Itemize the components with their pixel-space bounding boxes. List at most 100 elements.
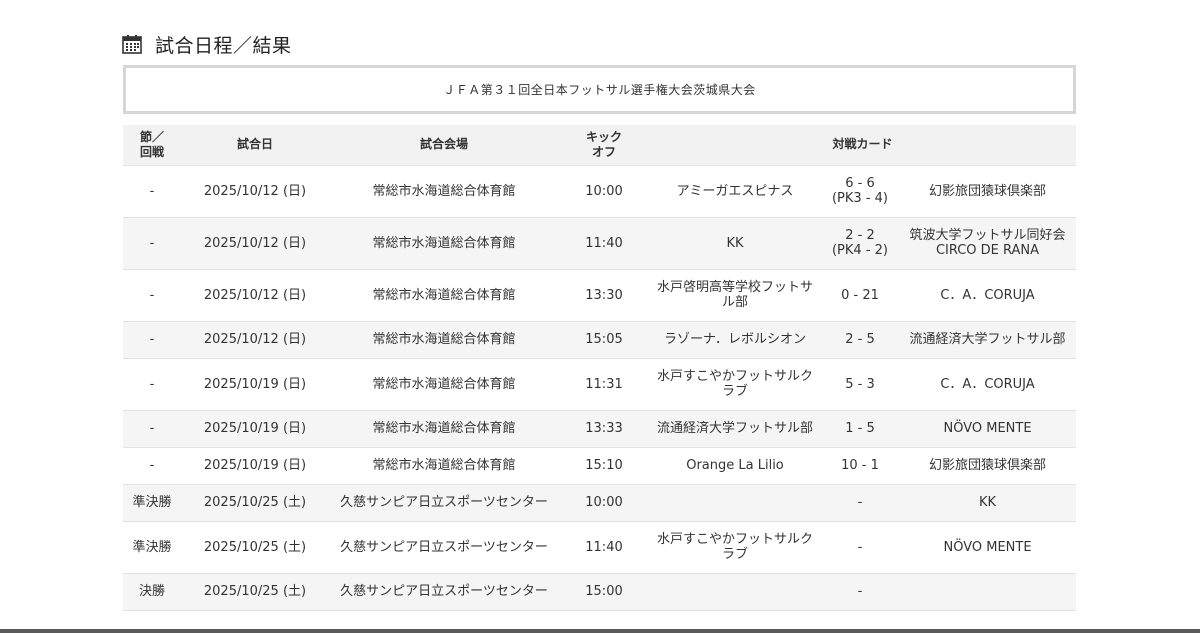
home-team: 流通経済大学フットサル部 — [649, 410, 821, 448]
away-team: NÖVO MENTE — [899, 410, 1077, 448]
score-value: 10 - 1 — [841, 458, 879, 473]
match-kickoff: 13:30 — [559, 269, 649, 322]
table-row: -2025/10/19 (日) 常総市水海道総合体育館 13:33 流通経済大学フット… — [123, 410, 1077, 448]
table-row: -2025/10/12 (日) 常総市水海道総合体育館 15:05 ラゾーナ．レボルシ… — [123, 321, 1077, 359]
home-team: 水戸啓明高等学校フットサル部 — [649, 269, 821, 322]
match-score[interactable]: 10 - 1 — [821, 447, 899, 485]
calendar-icon — [122, 34, 142, 54]
match-round: 決勝 — [123, 573, 181, 611]
away-team: 幻影旅団猿球倶楽部 — [899, 165, 1077, 218]
match-venue: 久慈サンピア日立スポーツセンター — [329, 521, 559, 574]
table-row: 準決勝 2025/10/25 (土) 久慈サンピア日立スポーツセンター 11:40 水戸… — [123, 521, 1077, 574]
table-row: 準決勝 2025/10/25 (土) 久慈サンピア日立スポーツセンター 10:00 - K… — [123, 484, 1077, 522]
match-score[interactable]: 2 - 2 (PK4 - 2) — [821, 217, 899, 270]
match-score[interactable]: 0 - 21 — [821, 269, 899, 322]
match-date: 2025/10/25 (土) — [181, 573, 329, 611]
tournament-title: ＪＦＡ第３１回全日本フットサル選手権大会茨城県大会 — [443, 83, 756, 97]
home-team: アミーガエスピナス — [649, 165, 821, 218]
away-team — [899, 573, 1077, 611]
schedule-table: 節／ 回戦 試合日 試合会場 キック オフ 対戦カード -2025/10/12 (日… — [123, 125, 1077, 611]
match-score[interactable]: 1 - 5 — [821, 410, 899, 448]
match-venue: 常総市水海道総合体育館 — [329, 165, 559, 218]
match-venue: 久慈サンピア日立スポーツセンター — [329, 573, 559, 611]
pk-score: (PK4 - 2) — [831, 243, 888, 258]
match-date: 2025/10/19 (日) — [181, 410, 329, 448]
table-row: -2025/10/19 (日) 常総市水海道総合体育館 15:10 Orange La… — [123, 447, 1077, 485]
match-score[interactable]: 5 - 3 — [821, 358, 899, 411]
match-round: 準決勝 — [123, 484, 181, 522]
home-team: 水戸すこやかフットサルクラブ — [649, 358, 821, 411]
header-matchup: 対戦カード — [649, 125, 1077, 166]
home-team — [649, 484, 821, 522]
score-value: - — [857, 495, 863, 510]
table-header-row: 節／ 回戦 試合日 試合会場 キック オフ 対戦カード — [123, 125, 1077, 166]
match-venue: 常総市水海道総合体育館 — [329, 217, 559, 270]
match-kickoff: 10:00 — [559, 165, 649, 218]
match-date: 2025/10/12 (日) — [181, 321, 329, 359]
match-round: 準決勝 — [123, 521, 181, 574]
away-team: C．A．CORUJA — [899, 269, 1077, 322]
score-value: - — [857, 584, 863, 599]
match-date: 2025/10/19 (日) — [181, 358, 329, 411]
match-date: 2025/10/12 (日) — [181, 217, 329, 270]
home-team: ラゾーナ．レボルシオン — [649, 321, 821, 359]
match-kickoff: 15:00 — [559, 573, 649, 611]
table-row: 決勝 2025/10/25 (土) 久慈サンピア日立スポーツセンター 15:00 - — [123, 573, 1077, 611]
home-team — [649, 573, 821, 611]
score-value: 6 - 6 — [845, 176, 875, 191]
match-score: - — [821, 484, 899, 522]
match-round: - — [123, 410, 181, 448]
match-kickoff: 10:00 — [559, 484, 649, 522]
match-round: - — [123, 447, 181, 485]
score-value: 2 - 5 — [845, 332, 875, 347]
match-round: - — [123, 269, 181, 322]
score-value: 2 - 2 — [845, 228, 875, 243]
header-round: 節／ 回戦 — [123, 125, 181, 166]
match-round: - — [123, 321, 181, 359]
match-date: 2025/10/19 (日) — [181, 447, 329, 485]
pk-score: (PK3 - 4) — [831, 191, 888, 206]
away-team: 幻影旅団猿球倶楽部 — [899, 447, 1077, 485]
match-venue: 常総市水海道総合体育館 — [329, 321, 559, 359]
table-row: -2025/10/12 (日) 常総市水海道総合体育館 13:30 水戸啓明高等学校フ… — [123, 269, 1077, 322]
match-kickoff: 15:10 — [559, 447, 649, 485]
page-heading: 試合日程／結果 — [122, 30, 292, 58]
home-team: Orange La Lilio — [649, 447, 821, 485]
match-venue: 常総市水海道総合体育館 — [329, 358, 559, 411]
table-row: -2025/10/19 (日) 常総市水海道総合体育館 11:31 水戸すこやかフット… — [123, 358, 1077, 411]
match-venue: 久慈サンピア日立スポーツセンター — [329, 484, 559, 522]
match-date: 2025/10/12 (日) — [181, 269, 329, 322]
match-kickoff: 11:40 — [559, 217, 649, 270]
match-venue: 常総市水海道総合体育館 — [329, 410, 559, 448]
score-value: 1 - 5 — [845, 421, 875, 436]
match-score[interactable]: 2 - 5 — [821, 321, 899, 359]
away-team: C．A．CORUJA — [899, 358, 1077, 411]
header-date: 試合日 — [181, 125, 329, 166]
score-value: 5 - 3 — [845, 376, 875, 392]
match-date: 2025/10/12 (日) — [181, 165, 329, 218]
home-team: 水戸すこやかフットサルクラブ — [649, 521, 821, 574]
page-title: 試合日程／結果 — [155, 34, 292, 57]
away-team: NÖVO MENTE — [899, 521, 1077, 574]
match-venue: 常総市水海道総合体育館 — [329, 447, 559, 485]
home-team: KK — [649, 217, 821, 270]
match-date: 2025/10/25 (土) — [181, 484, 329, 522]
match-round: - — [123, 165, 181, 218]
away-team: 筑波大学フットサル同好会 CIRCO DE RANA — [899, 217, 1077, 270]
away-team: KK — [899, 484, 1077, 522]
match-score[interactable]: 6 - 6 (PK3 - 4) — [821, 165, 899, 218]
score-value: - — [857, 539, 863, 555]
match-kickoff: 15:05 — [559, 321, 649, 359]
table-row: -2025/10/12 (日) 常総市水海道総合体育館 11:40 KK 2 - 2 (P… — [123, 217, 1077, 270]
header-venue: 試合会場 — [329, 125, 559, 166]
match-round: - — [123, 217, 181, 270]
match-kickoff: 11:31 — [559, 358, 649, 411]
match-venue: 常総市水海道総合体育館 — [329, 269, 559, 322]
tournament-title-box: ＪＦＡ第３１回全日本フットサル選手権大会茨城県大会 — [123, 65, 1076, 114]
bottom-bar — [0, 629, 1200, 633]
match-score: - — [821, 573, 899, 611]
away-team: 流通経済大学フットサル部 — [899, 321, 1077, 359]
match-date: 2025/10/25 (土) — [181, 521, 329, 574]
score-value: 0 - 21 — [841, 287, 879, 303]
match-kickoff: 11:40 — [559, 521, 649, 574]
